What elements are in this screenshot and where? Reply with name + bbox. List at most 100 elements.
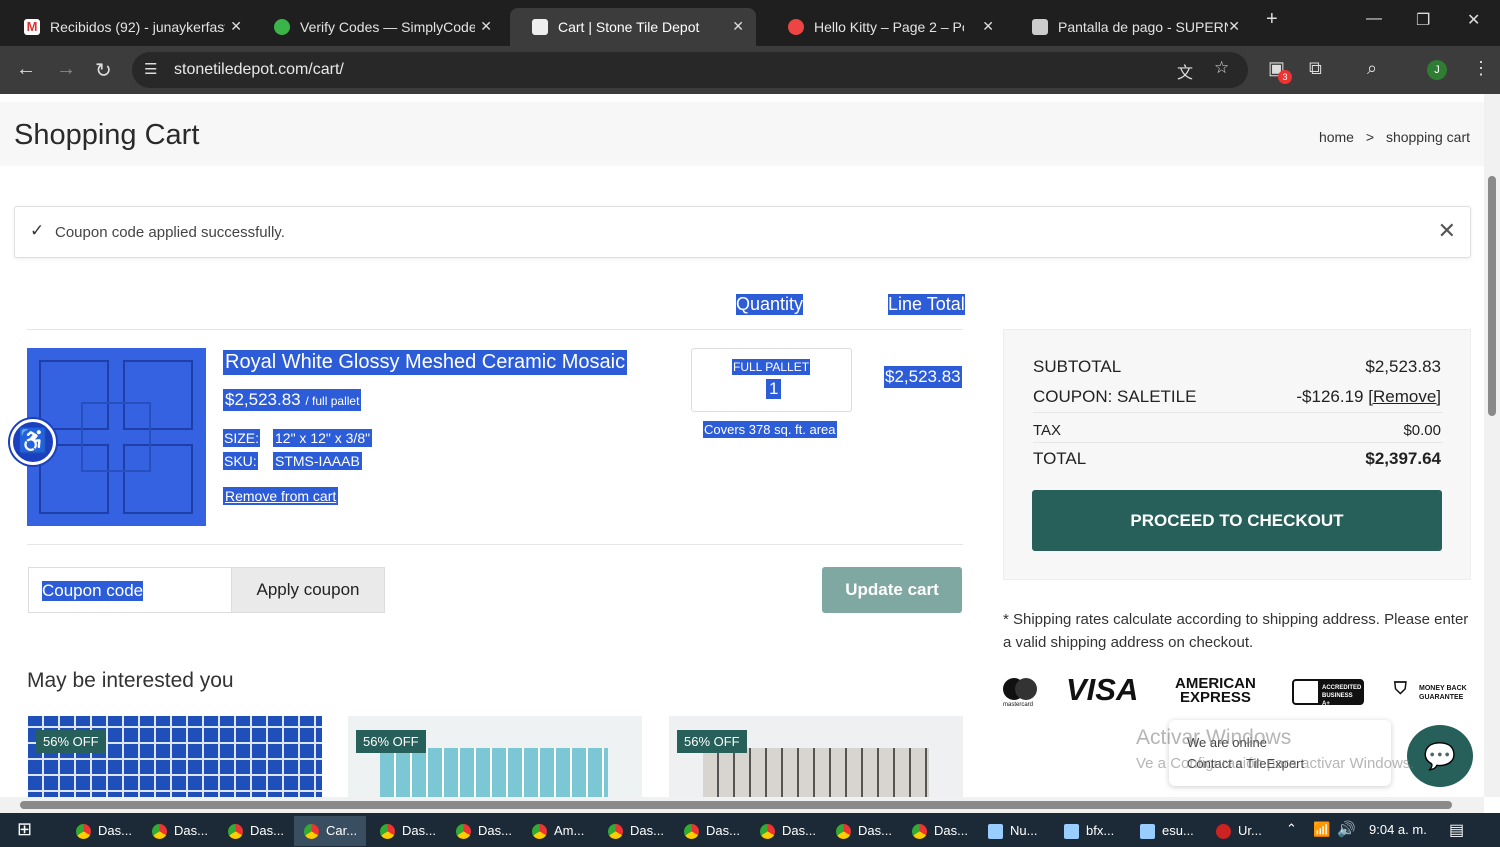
- chevron-up-icon[interactable]: ⌃: [1286, 821, 1297, 837]
- new-tab-icon[interactable]: +: [1266, 8, 1278, 31]
- taskbar-item-label: Das...: [98, 823, 132, 838]
- tax-label: TAX: [1033, 422, 1062, 439]
- close-window-icon[interactable]: ✕: [1467, 10, 1480, 30]
- update-cart-button[interactable]: Update cart: [822, 567, 962, 613]
- back-icon[interactable]: ←: [16, 58, 36, 81]
- taskbar-item[interactable]: Das...: [218, 816, 290, 846]
- divider: [1033, 442, 1443, 443]
- task-view-icon[interactable]: ⊞: [17, 819, 32, 840]
- wifi-icon[interactable]: 📶: [1313, 821, 1330, 838]
- related-product-card[interactable]: 56% OFF: [348, 716, 642, 797]
- close-tab-icon[interactable]: ✕: [1228, 18, 1240, 35]
- coupon-label: COUPON: SALETILE: [1033, 387, 1197, 406]
- taskbar-item[interactable]: Das...: [142, 816, 214, 846]
- cast-icon[interactable]: ⌕: [1367, 58, 1377, 79]
- notifications-icon[interactable]: ▤: [1449, 820, 1464, 840]
- url-text: stonetiledepot.com/cart/: [174, 61, 344, 78]
- taskbar-item[interactable]: Nu...: [978, 816, 1050, 846]
- taskbar-item[interactable]: Das...: [674, 816, 746, 846]
- divider: [1033, 412, 1443, 413]
- clock[interactable]: 9:04 a. m.: [1369, 822, 1427, 837]
- amex-line2: EXPRESS: [1179, 689, 1251, 706]
- hello-kitty-icon: [788, 19, 804, 35]
- coverage-text: Covers 378 sq. ft. area: [703, 421, 837, 438]
- taskbar-item[interactable]: Das...: [826, 816, 898, 846]
- tab-supernet[interactable]: Pantalla de pago - SUPERNE ✕: [1010, 8, 1252, 46]
- discount-badge: 56% OFF: [36, 730, 106, 753]
- taskbar-item[interactable]: Am...: [522, 816, 594, 846]
- close-tab-icon[interactable]: ✕: [230, 18, 242, 35]
- mosaic-pattern: [380, 748, 608, 797]
- related-product-card[interactable]: 56% OFF: [28, 716, 322, 797]
- quantity-box[interactable]: FULL PALLET 1: [691, 348, 852, 412]
- taskbar-item-label: Das...: [250, 823, 284, 838]
- proceed-to-checkout-button[interactable]: PROCEED TO CHECKOUT: [1032, 490, 1442, 551]
- coupon-code-input[interactable]: Coupon code: [28, 567, 232, 613]
- apply-coupon-button[interactable]: Apply coupon: [231, 567, 385, 613]
- taskbar-item[interactable]: bfx...: [1054, 816, 1126, 846]
- minimize-icon[interactable]: —: [1366, 10, 1382, 28]
- simplycodes-icon: [274, 19, 290, 35]
- breadcrumb-home[interactable]: home: [1319, 129, 1354, 145]
- taskbar-item-label: Das...: [858, 823, 892, 838]
- extensions-puzzle-icon[interactable]: ⧉: [1309, 58, 1322, 79]
- tab-gmail[interactable]: M Recibidos (92) - junaykerfaste ✕: [2, 8, 254, 46]
- address-bar[interactable]: ☰ stonetiledepot.com/cart/ 文 ☆: [132, 52, 1248, 88]
- horizontal-scrollbar[interactable]: [0, 797, 1484, 813]
- unit-label: FULL PALLET: [732, 359, 811, 375]
- tab-stone-tile-depot[interactable]: Cart | Stone Tile Depot ✕: [510, 8, 756, 46]
- browser-tab-strip: M Recibidos (92) - junaykerfaste ✕ Verif…: [0, 0, 1500, 46]
- tab-simplycodes[interactable]: Verify Codes — SimplyCodes ✕: [252, 8, 504, 46]
- remove-coupon-link[interactable]: [Remove]: [1368, 387, 1441, 406]
- horizontal-scroll-thumb[interactable]: [20, 801, 1452, 809]
- taskbar-item-label: Das...: [630, 823, 664, 838]
- chrome-icon: [608, 824, 623, 839]
- taskbar-item[interactable]: Ur...: [1206, 816, 1278, 846]
- mosaic-pattern: [703, 748, 929, 797]
- menu-kebab-icon[interactable]: ⋮: [1472, 58, 1490, 79]
- close-tab-icon[interactable]: ✕: [982, 18, 994, 35]
- site-info-icon[interactable]: ☰: [144, 60, 157, 78]
- volume-icon[interactable]: 🔊: [1337, 820, 1356, 838]
- bookmark-star-icon[interactable]: ☆: [1214, 58, 1229, 78]
- remove-from-cart-link[interactable]: Remove from cart: [223, 487, 339, 505]
- mastercard-icon: mastercard: [1003, 678, 1037, 708]
- translate-icon[interactable]: 文: [1177, 59, 1193, 83]
- taskbar-item[interactable]: Car...: [294, 816, 366, 846]
- chrome-icon: [304, 824, 319, 839]
- close-notice-icon[interactable]: ✕: [1438, 218, 1456, 244]
- quantity-input[interactable]: 1: [766, 379, 782, 399]
- restore-icon[interactable]: ❐: [1416, 10, 1430, 30]
- forward-icon[interactable]: →: [56, 58, 76, 81]
- taskbar-item[interactable]: Das...: [446, 816, 518, 846]
- vertical-scroll-thumb[interactable]: [1488, 176, 1496, 416]
- subtotal-label: SUBTOTAL: [1033, 357, 1122, 376]
- taskbar-item[interactable]: Das...: [902, 816, 974, 846]
- taskbar-item[interactable]: Das...: [750, 816, 822, 846]
- close-tab-icon[interactable]: ✕: [732, 18, 744, 35]
- product-name-link[interactable]: Royal White Glossy Meshed Ceramic Mosaic: [223, 350, 628, 375]
- taskbar-item[interactable]: Das...: [66, 816, 138, 846]
- taskbar-item[interactable]: esu...: [1130, 816, 1202, 846]
- tab-hello-kitty[interactable]: Hello Kitty – Page 2 – Poc ✕: [766, 8, 1006, 46]
- coupon-notice: ✓ Coupon code applied successfully. ✕: [14, 206, 1471, 258]
- breadcrumb-current: shopping cart: [1385, 129, 1470, 145]
- subtotal-value: $2,523.83: [1365, 357, 1441, 376]
- taskbar-item[interactable]: Das...: [598, 816, 670, 846]
- related-product-card[interactable]: 56% OFF: [669, 716, 963, 797]
- taskbar-item[interactable]: Das...: [370, 816, 442, 846]
- mastercard-label: mastercard: [1003, 702, 1034, 708]
- reload-icon[interactable]: ↻: [95, 58, 112, 83]
- profile-avatar[interactable]: J: [1427, 60, 1447, 80]
- vertical-scrollbar[interactable]: [1484, 94, 1500, 797]
- divider: [27, 544, 963, 545]
- chat-bubble-icon[interactable]: 💬: [1407, 725, 1473, 787]
- windows-taskbar: ⊞ Das... Das... Das... Car... Das... Das…: [0, 813, 1500, 847]
- product-price: $2,523.83 / full pallet: [223, 389, 362, 411]
- bbb-accredited-logo: ACCREDITED BUSINESS A+: [1292, 679, 1364, 707]
- chrome-icon: [912, 824, 927, 839]
- close-tab-icon[interactable]: ✕: [480, 18, 492, 35]
- tax-row: TAX $0.00: [1033, 422, 1441, 439]
- tab-title: Pantalla de pago - SUPERNE: [1058, 19, 1228, 35]
- accessibility-icon[interactable]: ♿: [10, 419, 56, 465]
